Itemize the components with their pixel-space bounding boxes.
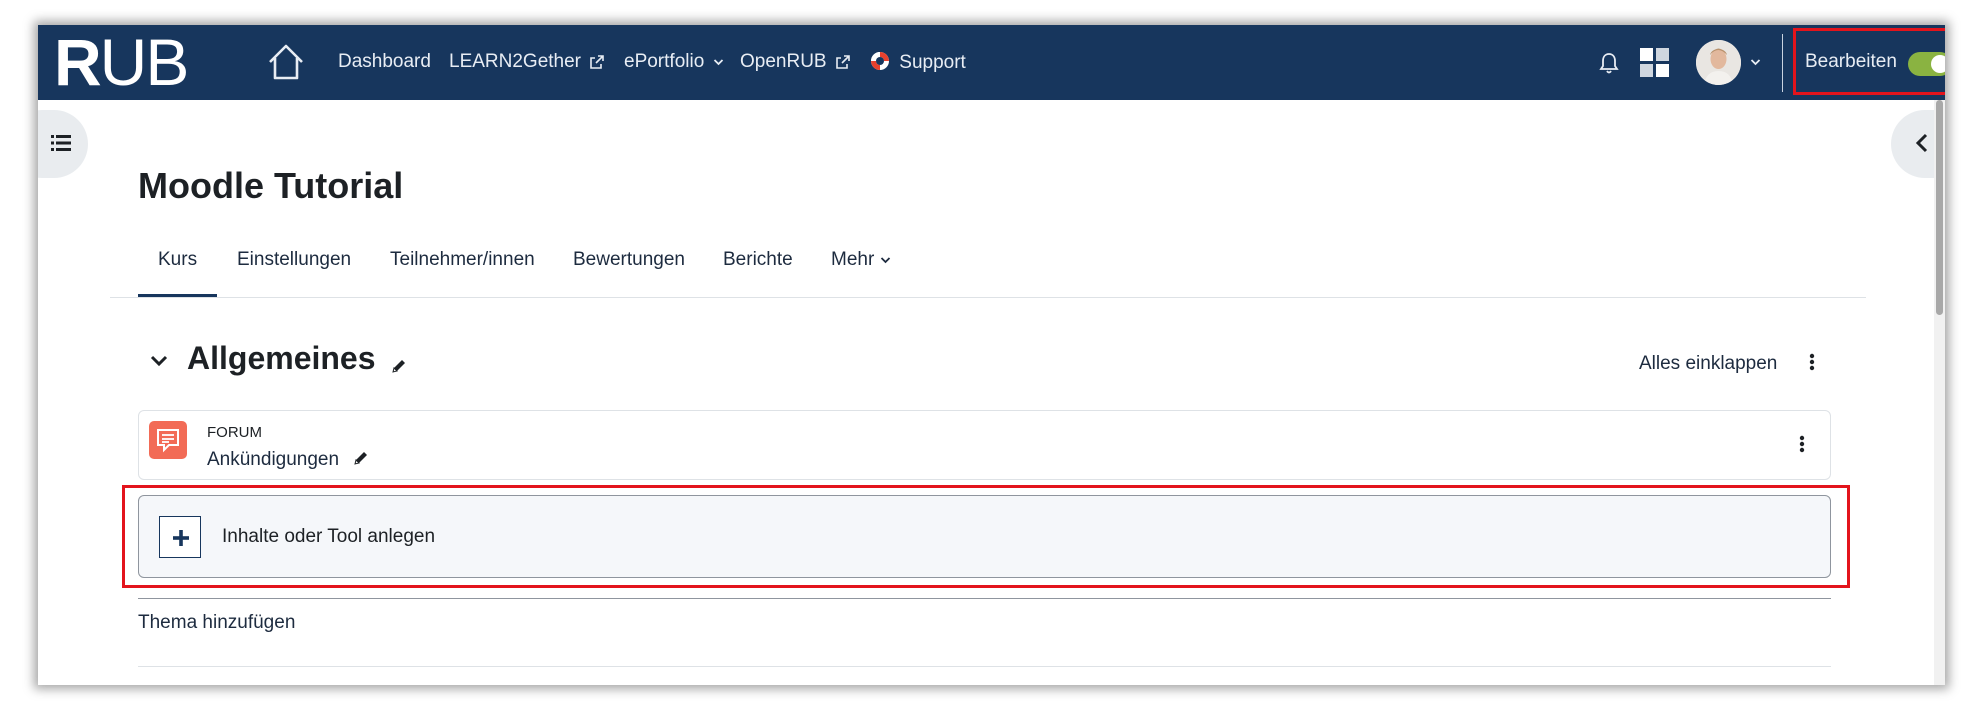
page-title: Moodle Tutorial xyxy=(138,165,404,206)
nav-link-openrub[interactable]: OpenRUB xyxy=(740,51,851,73)
tab-label: Berichte xyxy=(723,249,793,270)
tab-kurs[interactable]: Kurs xyxy=(158,249,197,271)
activity-name-link[interactable]: Ankündigungen xyxy=(207,449,339,471)
tab-label: Teilnehmer/innen xyxy=(390,249,535,270)
kebab-menu-icon[interactable] xyxy=(1809,353,1815,371)
user-avatar[interactable] xyxy=(1696,40,1741,85)
chevron-down-icon[interactable] xyxy=(150,355,168,367)
nav-link-learn2gether[interactable]: LEARN2Gether xyxy=(449,51,605,73)
section-bottom-divider xyxy=(138,666,1831,667)
chevron-down-icon xyxy=(880,257,890,264)
bell-icon[interactable] xyxy=(1598,51,1620,75)
logo-letter-b: B xyxy=(145,25,189,99)
logo-letter-u: U xyxy=(99,25,148,99)
list-icon xyxy=(51,135,71,151)
kebab-menu-icon[interactable] xyxy=(1799,435,1805,453)
add-topic-divider xyxy=(138,598,1831,599)
top-navbar: RUB Dashboard LEARN2Gether ePortfolio Op… xyxy=(38,25,1945,100)
external-link-icon xyxy=(590,55,605,69)
forum-icon xyxy=(149,421,187,459)
highlight-box-edit-mode xyxy=(1793,28,1945,95)
course-index-drawer-button[interactable] xyxy=(38,110,88,178)
tab-label: Mehr xyxy=(831,249,875,270)
site-logo[interactable]: RUB xyxy=(54,29,214,95)
nav-link-label: Support xyxy=(899,52,966,73)
collapse-all-link[interactable]: Alles einklappen xyxy=(1639,353,1777,375)
add-topic-link[interactable]: Thema hinzufügen xyxy=(138,612,295,634)
nav-link-label: OpenRUB xyxy=(740,51,827,72)
user-photo-icon xyxy=(1696,40,1741,85)
tab-label: Einstellungen xyxy=(237,249,352,270)
lifebuoy-icon xyxy=(871,52,889,70)
section-title: Allgemeines xyxy=(187,340,376,376)
tab-label: Bewertungen xyxy=(573,249,685,270)
chevron-down-icon xyxy=(713,59,723,66)
scrollbar-thumb[interactable] xyxy=(1936,100,1943,315)
navbar-divider xyxy=(1782,34,1783,92)
tab-label: Kurs xyxy=(158,249,198,270)
tab-einstellungen[interactable]: Einstellungen xyxy=(237,249,351,271)
pencil-icon[interactable] xyxy=(390,357,408,375)
app-grid-icon[interactable] xyxy=(1639,47,1670,78)
activity-card-forum[interactable]: FORUM Ankündigungen xyxy=(138,410,1831,480)
nav-link-eportfolio[interactable]: ePortfolio xyxy=(624,51,724,73)
nav-link-dashboard[interactable]: Dashboard xyxy=(338,51,431,73)
logo-letter-r: R xyxy=(54,25,102,99)
home-icon[interactable] xyxy=(266,42,306,82)
chevron-left-icon xyxy=(1915,133,1928,153)
external-link-icon xyxy=(836,55,850,69)
browser-viewport: RUB Dashboard LEARN2Gether ePortfolio Op… xyxy=(38,25,1945,685)
nav-link-label: LEARN2Gether xyxy=(449,51,582,72)
tab-bewertungen[interactable]: Bewertungen xyxy=(573,249,685,271)
pencil-icon[interactable] xyxy=(352,449,370,467)
highlight-box-add-content xyxy=(122,485,1850,588)
tab-teilnehmer[interactable]: Teilnehmer/innen xyxy=(390,249,535,271)
nav-link-label: Dashboard xyxy=(338,51,431,72)
activity-type: FORUM xyxy=(207,424,262,441)
nav-link-support[interactable]: Support xyxy=(870,51,966,74)
chevron-down-icon[interactable] xyxy=(1750,58,1761,66)
tabs-divider xyxy=(110,297,1866,298)
tab-berichte[interactable]: Berichte xyxy=(723,249,793,271)
forum-glyph-icon xyxy=(157,429,179,453)
tab-mehr[interactable]: Mehr xyxy=(831,249,891,271)
nav-link-label: ePortfolio xyxy=(624,51,705,72)
